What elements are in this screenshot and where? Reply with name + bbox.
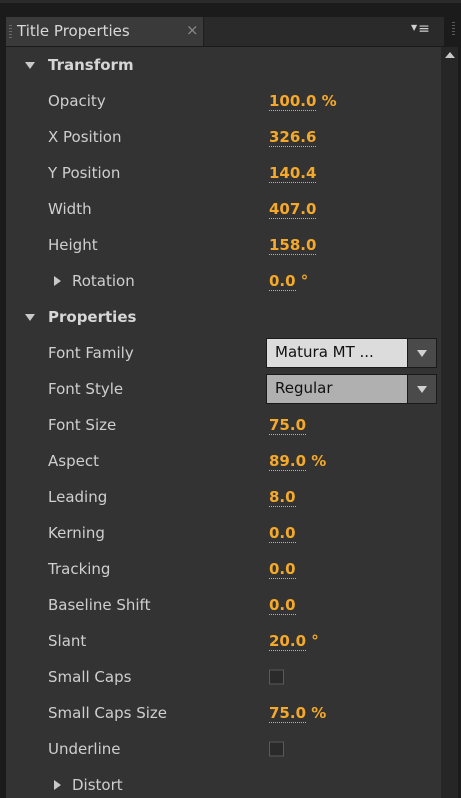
kerning-value[interactable]: 0.0 — [269, 524, 296, 543]
underline-checkbox[interactable] — [269, 741, 284, 757]
chevron-down-icon[interactable] — [407, 375, 436, 403]
vertical-scrollbar[interactable] — [441, 47, 458, 798]
height-value[interactable]: 158.0 — [269, 236, 317, 255]
group-transform[interactable]: Transform — [6, 47, 441, 83]
prop-label: Distort — [72, 776, 123, 794]
prop-row-underline: Underline — [6, 731, 441, 767]
group-properties[interactable]: Properties — [6, 299, 441, 335]
prop-label: Font Style — [48, 380, 124, 398]
aspect-number[interactable]: 89.0 — [269, 452, 307, 471]
properties-panel: Transform Opacity 100.0 % X Position 326… — [6, 47, 441, 798]
height-number[interactable]: 158.0 — [269, 236, 317, 255]
slant-value[interactable]: 20.0 ° — [269, 632, 319, 651]
prop-label: X Position — [48, 128, 122, 146]
prop-row-font-style: Font Style Regular — [6, 371, 441, 407]
aspect-value[interactable]: 89.0 % — [269, 452, 327, 471]
prop-row-leading: Leading 8.0 — [6, 479, 441, 515]
rotation-unit: ° — [295, 272, 309, 290]
rotation-value[interactable]: 0.0 ° — [269, 272, 309, 291]
small-caps-size-value[interactable]: 75.0 % — [269, 704, 327, 723]
width-number[interactable]: 407.0 — [269, 200, 317, 219]
triangle-down-icon[interactable] — [25, 314, 35, 321]
close-icon[interactable]: × — [186, 21, 199, 39]
opacity-number[interactable]: 100.0 — [269, 92, 317, 111]
prop-row-width: Width 407.0 — [6, 191, 441, 227]
prop-row-font-family: Font Family Matura MT ... — [6, 335, 441, 371]
font-size-value[interactable]: 75.0 — [269, 416, 307, 435]
tracking-value[interactable]: 0.0 — [269, 560, 296, 579]
triangle-right-icon[interactable] — [54, 780, 61, 790]
width-value[interactable]: 407.0 — [269, 200, 317, 219]
prop-row-y-position: Y Position 140.4 — [6, 155, 441, 191]
small-caps-size-number[interactable]: 75.0 — [269, 704, 307, 723]
leading-value[interactable]: 8.0 — [269, 488, 296, 507]
y-position-number[interactable]: 140.4 — [269, 164, 317, 183]
prop-label: Small Caps — [48, 668, 132, 686]
panel-menu-glyph: ≡ — [418, 21, 430, 37]
prop-row-tracking: Tracking 0.0 — [6, 551, 441, 587]
prop-label: Aspect — [48, 452, 99, 470]
prop-label: Rotation — [72, 272, 135, 290]
small-caps-size-unit: % — [306, 704, 327, 722]
baseline-shift-number[interactable]: 0.0 — [269, 596, 296, 615]
slant-number[interactable]: 20.0 — [269, 632, 307, 651]
font-style-selected: Regular — [275, 379, 333, 397]
prop-row-aspect: Aspect 89.0 % — [6, 443, 441, 479]
chevron-down-icon[interactable] — [407, 339, 436, 367]
prop-row-opacity: Opacity 100.0 % — [6, 83, 441, 119]
group-label-properties: Properties — [48, 308, 137, 326]
tab-title-properties[interactable]: Title Properties × — [6, 17, 204, 46]
adjacent-panel-grip-icon[interactable] — [452, 22, 455, 36]
x-position-value[interactable]: 326.6 — [269, 128, 317, 147]
prop-label: Tracking — [48, 560, 111, 578]
y-position-value[interactable]: 140.4 — [269, 164, 317, 183]
prop-label: Font Size — [48, 416, 117, 434]
prop-label: Baseline Shift — [48, 596, 151, 614]
font-family-selected: Matura MT ... — [275, 343, 374, 361]
font-family-dropdown[interactable]: Matura MT ... — [266, 338, 437, 368]
prop-label: Underline — [48, 740, 121, 758]
prop-row-x-position: X Position 326.6 — [6, 119, 441, 155]
baseline-shift-value[interactable]: 0.0 — [269, 596, 296, 615]
triangle-down-icon[interactable] — [25, 62, 35, 69]
panel-tab-bar: Title Properties × ▼≡ — [6, 17, 444, 47]
x-position-number[interactable]: 326.6 — [269, 128, 317, 147]
tracking-number[interactable]: 0.0 — [269, 560, 296, 579]
prop-label: Kerning — [48, 524, 105, 542]
opacity-value[interactable]: 100.0 % — [269, 92, 337, 111]
leading-number[interactable]: 8.0 — [269, 488, 296, 507]
slant-unit: ° — [306, 632, 319, 650]
prop-row-distort[interactable]: Distort — [6, 767, 441, 798]
prop-label: Slant — [48, 632, 87, 650]
aspect-unit: % — [306, 452, 327, 470]
prop-row-kerning: Kerning 0.0 — [6, 515, 441, 551]
prop-row-font-size: Font Size 75.0 — [6, 407, 441, 443]
font-style-dropdown[interactable]: Regular — [266, 374, 437, 404]
prop-label: Opacity — [48, 92, 106, 110]
small-caps-checkbox[interactable] — [269, 669, 284, 685]
prop-label: Leading — [48, 488, 108, 506]
kerning-number[interactable]: 0.0 — [269, 524, 296, 543]
triangle-right-icon[interactable] — [54, 276, 61, 286]
window-top-edge — [0, 0, 461, 3]
tab-title-label: Title Properties — [17, 22, 130, 40]
prop-label: Y Position — [48, 164, 121, 182]
prop-label: Small Caps Size — [48, 704, 167, 722]
prop-row-baseline-shift: Baseline Shift 0.0 — [6, 587, 441, 623]
rotation-number[interactable]: 0.0 — [269, 272, 296, 291]
font-size-number[interactable]: 75.0 — [269, 416, 307, 435]
prop-label: Font Family — [48, 344, 134, 362]
opacity-unit: % — [316, 92, 337, 110]
scroll-up-arrow-icon[interactable] — [445, 52, 455, 58]
prop-row-rotation[interactable]: Rotation 0.0 ° — [6, 263, 441, 299]
grip-icon[interactable] — [9, 25, 12, 39]
group-label-transform: Transform — [48, 56, 134, 74]
panel-menu-icon[interactable]: ▼≡ — [411, 21, 430, 37]
prop-row-height: Height 158.0 — [6, 227, 441, 263]
prop-row-small-caps-size: Small Caps Size 75.0 % — [6, 695, 441, 731]
prop-label: Height — [48, 236, 98, 254]
prop-label: Width — [48, 200, 92, 218]
prop-row-small-caps: Small Caps — [6, 659, 441, 695]
prop-row-slant: Slant 20.0 ° — [6, 623, 441, 659]
